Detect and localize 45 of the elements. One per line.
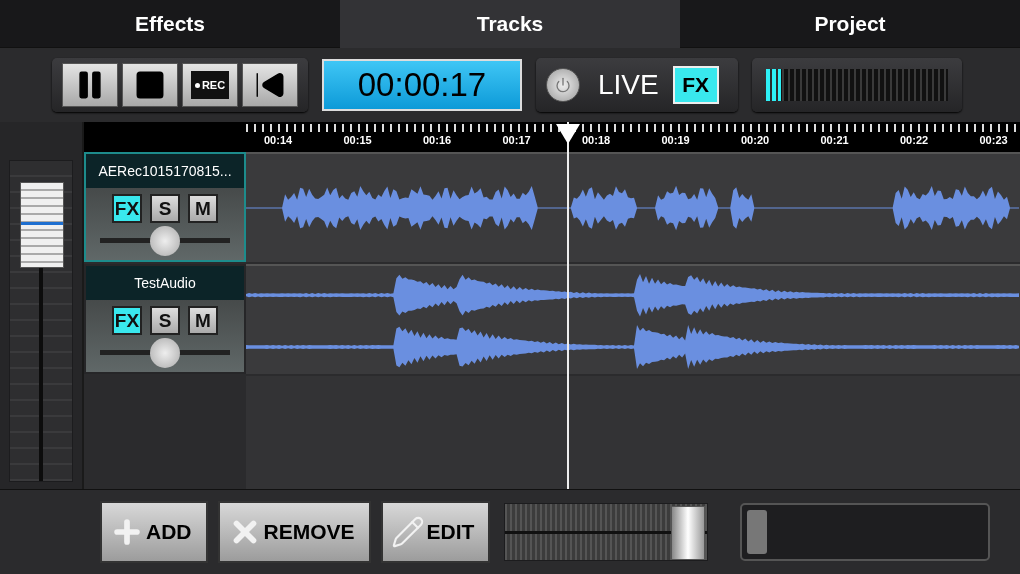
time-label: 00:22 <box>900 134 930 146</box>
zoom-slider[interactable] <box>504 503 709 561</box>
fx-button[interactable]: FX <box>672 66 719 104</box>
tab[interactable]: Tracks <box>340 0 680 48</box>
power-button[interactable] <box>546 68 580 102</box>
remove-button[interactable]: REMOVE <box>217 501 371 563</box>
track-header[interactable]: TestAudio FX S M <box>84 264 246 374</box>
master-fader[interactable] <box>9 160 73 482</box>
time-label: 00:21 <box>820 134 850 146</box>
slider-thumb[interactable] <box>671 506 706 560</box>
scroll-bar[interactable] <box>740 503 991 561</box>
solo-button[interactable]: S <box>150 306 180 335</box>
record-label: REC <box>190 71 230 99</box>
live-label: LIVE <box>598 69 659 101</box>
time-label: 00:23 <box>979 134 1009 146</box>
add-button[interactable]: ADD <box>100 501 208 563</box>
pause-button[interactable] <box>62 63 118 107</box>
time-display: 00:00:17 <box>322 59 522 111</box>
volume-knob[interactable] <box>150 338 180 368</box>
stop-button[interactable] <box>122 63 178 107</box>
mute-button[interactable]: M <box>188 194 218 223</box>
time-label: 00:14 <box>264 134 294 146</box>
track-name: TestAudio <box>86 266 244 300</box>
time-label: 00:17 <box>502 134 532 146</box>
time-label: 00:19 <box>661 134 691 146</box>
track-name: AERec1015170815... <box>86 154 244 188</box>
solo-button[interactable]: S <box>150 194 180 223</box>
fx-button[interactable]: FX <box>112 194 142 223</box>
volume-knob[interactable] <box>150 226 180 256</box>
time-label: 00:18 <box>582 134 612 146</box>
track-header[interactable]: AERec1015170815... FX S M <box>84 152 246 262</box>
edit-button[interactable]: EDIT <box>380 501 491 563</box>
record-button[interactable]: REC <box>182 63 238 107</box>
timeline-ruler[interactable]: 00:14 00:15 00:16 00:17 00:18 00:19 00:20 00:21 00:22 00:23 <box>246 122 1020 152</box>
pencil-icon <box>390 515 425 549</box>
mute-button[interactable]: M <box>188 306 218 335</box>
power-icon <box>555 77 571 93</box>
time-label: 00:15 <box>343 134 373 146</box>
rewind-button[interactable] <box>242 63 298 107</box>
time-label: 00:16 <box>423 134 453 146</box>
playhead-marker-icon[interactable] <box>556 124 580 144</box>
dot-icon <box>194 82 200 88</box>
fader-thumb[interactable] <box>20 182 64 268</box>
time-label: 00:20 <box>741 134 771 146</box>
fx-button[interactable]: FX <box>112 306 142 335</box>
